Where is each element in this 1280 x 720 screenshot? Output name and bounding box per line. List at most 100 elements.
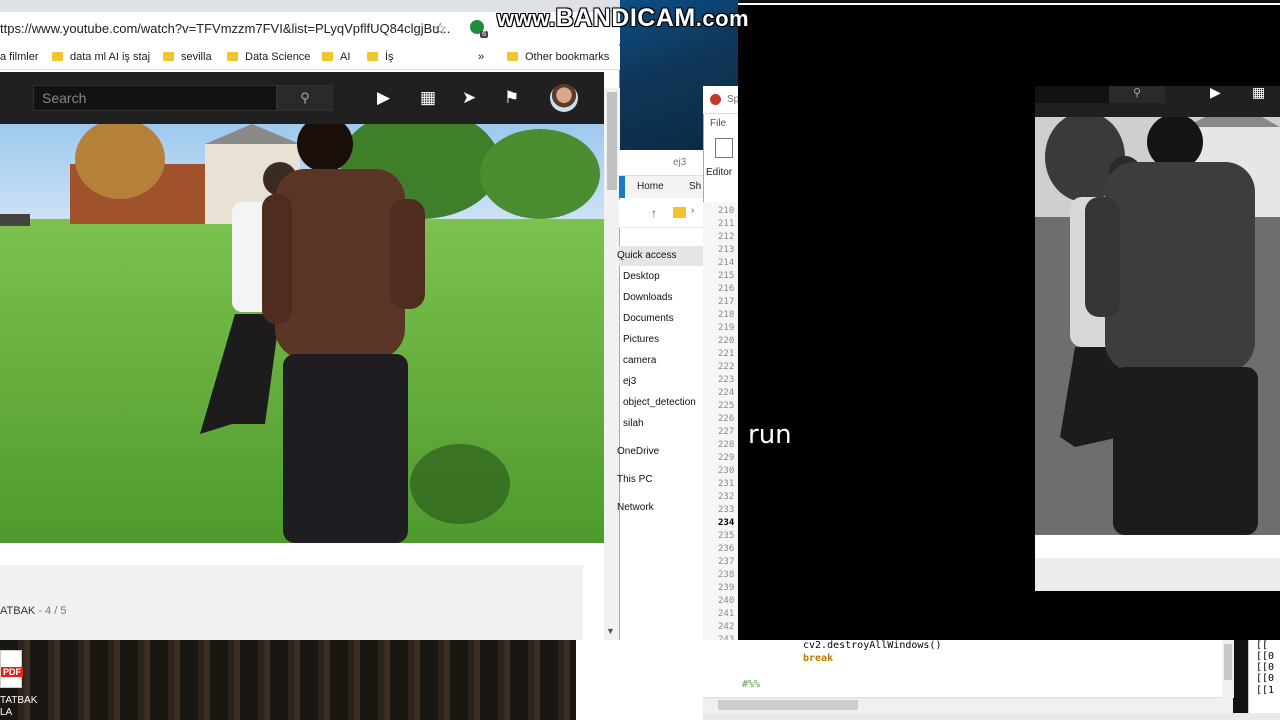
spyder-logo-icon xyxy=(710,94,721,105)
line-number: 230 xyxy=(718,466,735,476)
chevron-right-icon[interactable]: › xyxy=(691,205,694,216)
new-file-icon[interactable] xyxy=(715,138,733,158)
line-number: 233 xyxy=(718,505,735,515)
url-text[interactable]: ttps://www.youtube.com/watch?v=TFVmzzm7F… xyxy=(0,21,450,36)
playlist-name: ATBAK xyxy=(0,605,36,617)
nav-onedrive[interactable]: OneDrive xyxy=(617,446,659,457)
desktop-wallpaper-bottom xyxy=(0,640,576,720)
pdf-file-icon[interactable]: PDF xyxy=(0,650,23,688)
code-line-246: #%% xyxy=(742,679,761,690)
scrollbar-thumb[interactable] xyxy=(718,700,858,710)
bookmark-folder[interactable]: sevilla xyxy=(163,51,212,63)
bookmarks-bar: a filmler data ml AI iş staj sevilla Dat… xyxy=(0,46,620,70)
desktop-blank-area xyxy=(576,640,704,720)
pdf-file-label[interactable]: TATBAK LA xyxy=(0,695,37,719)
line-number: 242 xyxy=(718,622,735,632)
other-bookmarks[interactable]: Other bookmarks xyxy=(507,51,609,63)
search-icon[interactable]: ⚲ xyxy=(277,85,333,111)
explorer-navigation-bar: ↑ › xyxy=(619,200,703,228)
line-number: 222 xyxy=(718,362,735,372)
nav-quick-access[interactable]: Quick access xyxy=(617,250,676,261)
youtube-search-input[interactable]: Search xyxy=(33,85,277,111)
line-number: 237 xyxy=(718,557,735,567)
nav-documents[interactable]: Documents xyxy=(623,313,674,324)
grayscale-video-frame xyxy=(1035,117,1280,535)
folder-icon xyxy=(322,52,333,61)
playlist-title[interactable]: ATBAK - 4 / 5 xyxy=(0,605,66,617)
more-bookmarks-button[interactable]: » xyxy=(478,51,484,63)
line-number: 210 xyxy=(718,206,735,216)
extension-badge: 6 xyxy=(480,31,488,38)
nav-ej3[interactable]: ej3 xyxy=(623,376,636,387)
bookmark-star-icon[interactable]: ☆ xyxy=(433,19,447,39)
create-video-icon[interactable]: ▶ xyxy=(377,88,390,108)
bookmark-folder[interactable]: İş xyxy=(367,51,394,63)
folder-icon xyxy=(507,52,518,61)
watermark-suffix: .com xyxy=(695,6,750,31)
nav-pictures[interactable]: Pictures xyxy=(623,334,659,345)
tab-share[interactable]: Sh xyxy=(689,181,701,192)
line-number: 227 xyxy=(718,427,735,437)
line-number: 234 xyxy=(718,518,735,528)
video-player[interactable] xyxy=(0,124,604,543)
bookmark-folder[interactable]: AI xyxy=(322,51,350,63)
bookmark-item[interactable]: a filmler xyxy=(0,51,39,63)
folder-icon xyxy=(367,52,378,61)
editor-pane-label: Editor xyxy=(706,167,733,178)
line-number: 240 xyxy=(718,596,735,606)
bookmark-folder[interactable]: data ml AI iş staj xyxy=(52,51,150,63)
line-number: 226 xyxy=(718,414,735,424)
menu-file[interactable]: File xyxy=(710,118,726,129)
nav-silah[interactable]: silah xyxy=(623,418,644,429)
opencv-window-edge xyxy=(738,3,1280,5)
watermark-brand: BANDICAM xyxy=(555,4,696,32)
line-number: 214 xyxy=(718,258,735,268)
console-line: [[0 xyxy=(1256,651,1275,662)
line-number: 236 xyxy=(718,544,735,554)
code-editor[interactable] xyxy=(703,640,1233,698)
nav-camera[interactable]: camera xyxy=(623,355,656,366)
search-icon: ⚲ xyxy=(1109,86,1165,103)
apps-grid-icon: ▦ xyxy=(1252,84,1266,100)
line-number: 229 xyxy=(718,453,735,463)
nav-downloads[interactable]: Downloads xyxy=(623,292,672,303)
up-arrow-icon[interactable]: ↑ xyxy=(651,206,657,220)
nav-desktop[interactable]: Desktop xyxy=(623,271,660,282)
line-number: 213 xyxy=(718,245,735,255)
line-number: 211 xyxy=(718,219,735,229)
nav-network[interactable]: Network xyxy=(617,502,654,513)
grayscale-info-panel-lower xyxy=(1035,558,1280,591)
nav-object-detection[interactable]: object_detection xyxy=(623,397,696,408)
apps-grid-icon[interactable]: ▦ xyxy=(420,88,436,108)
console-line: [[0 xyxy=(1256,662,1275,673)
line-number: 220 xyxy=(718,336,735,346)
avatar[interactable] xyxy=(550,84,578,112)
spyder-titlebar[interactable]: Sp xyxy=(703,86,739,114)
extension-shield-icon[interactable]: 6 xyxy=(470,20,488,38)
pdf-label-line2: LA xyxy=(0,707,13,718)
grayscale-search-box xyxy=(1035,86,1109,103)
line-number: 224 xyxy=(718,388,735,398)
create-video-icon: ▶ xyxy=(1210,84,1221,100)
video-info-panel xyxy=(0,565,583,640)
line-number: 239 xyxy=(718,583,735,593)
explorer-titlebar[interactable]: ej3 xyxy=(619,150,703,176)
line-number: 217 xyxy=(718,297,735,307)
line-number: 232 xyxy=(718,492,735,502)
scrollbar-thumb[interactable] xyxy=(1224,644,1232,680)
messages-icon[interactable]: ➤ xyxy=(462,88,476,108)
line-number: 235 xyxy=(718,531,735,541)
pdf-label-line1: TATBAK xyxy=(0,695,38,706)
scrollbar-thumb[interactable] xyxy=(607,92,617,190)
watermark-prefix: www. xyxy=(497,6,556,31)
nav-this-pc[interactable]: This PC xyxy=(617,474,653,485)
tab-home[interactable]: Home xyxy=(637,181,664,192)
bookmark-folder[interactable]: Data Science xyxy=(227,51,310,63)
line-number: 231 xyxy=(718,479,735,489)
line-number: 223 xyxy=(718,375,735,385)
scroll-down-arrow-icon[interactable]: ▼ xyxy=(606,626,615,636)
code-line-243: cv2.destroyAllWindows() xyxy=(803,640,942,651)
line-number: 221 xyxy=(718,349,735,359)
notifications-bell-icon[interactable]: ⚑ xyxy=(504,88,519,108)
explorer-file-tab[interactable] xyxy=(619,176,625,198)
